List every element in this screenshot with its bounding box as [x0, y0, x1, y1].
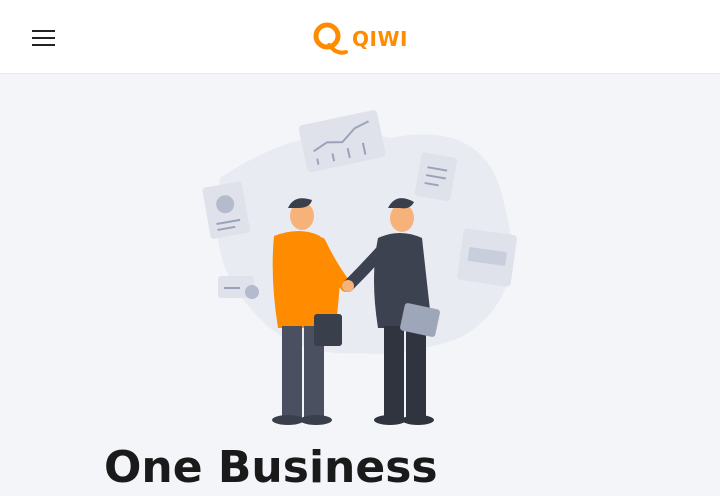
payment-card-icon	[457, 228, 517, 287]
hero-headline: One Business	[104, 442, 438, 493]
qiwi-q-icon	[313, 22, 348, 55]
qiwi-logo[interactable]: QIWI	[312, 22, 408, 56]
document-icon	[414, 152, 457, 202]
business-handshake-illustration	[190, 108, 530, 438]
top-header: QIWI	[0, 0, 720, 74]
hamburger-menu-icon[interactable]	[32, 30, 56, 46]
logo-text: QIWI	[352, 27, 408, 51]
credit-card-icon	[218, 276, 259, 299]
